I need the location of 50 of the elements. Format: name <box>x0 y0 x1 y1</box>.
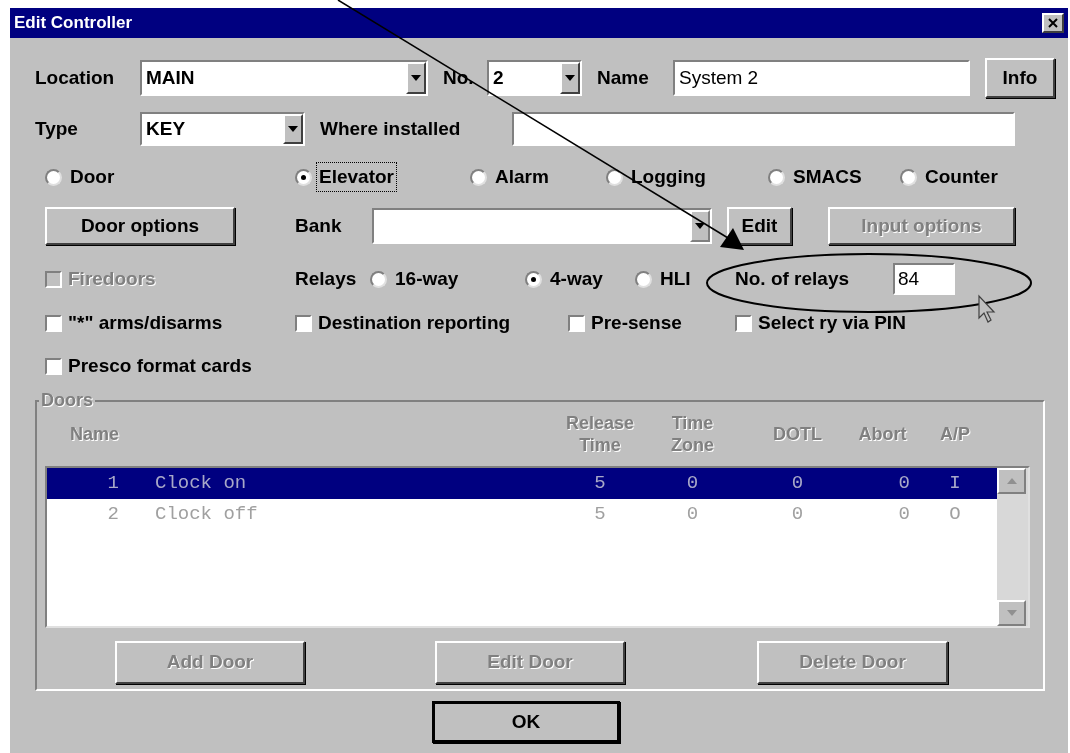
text-field[interactable] <box>512 112 1015 146</box>
field-label: Where installed <box>320 116 462 141</box>
push-button[interactable]: OK <box>432 701 620 743</box>
column-header: Abort <box>858 423 907 445</box>
radio-option[interactable]: Door <box>45 161 295 193</box>
radio-option[interactable]: SMACS <box>768 161 900 193</box>
radio-option[interactable]: Counter <box>900 161 1030 193</box>
window-title: Edit Controller <box>14 12 133 35</box>
close-button[interactable] <box>1042 13 1064 33</box>
field-label: Type <box>35 116 79 141</box>
mouse-pointer-icon <box>978 294 996 323</box>
close-icon <box>1048 18 1058 28</box>
list-row[interactable]: 1 Clock on 5 0 0 0 I <box>47 468 997 499</box>
relay-count-field[interactable]: 84 <box>893 263 955 295</box>
field-label: Relays <box>295 266 358 291</box>
dropdown-field[interactable]: 2 <box>487 60 582 96</box>
push-button[interactable]: Door options <box>45 207 235 245</box>
column-header: A/P <box>940 423 970 445</box>
radio-option[interactable]: Alarm <box>470 161 606 193</box>
radio-option[interactable]: Logging <box>606 161 768 193</box>
scroll-up-icon[interactable] <box>997 468 1026 494</box>
dropdown-arrow-icon <box>695 223 705 229</box>
column-header: Release Time <box>565 412 635 456</box>
checkbox-option[interactable]: Select ry via PIN <box>735 308 965 338</box>
radio-option[interactable]: 4-way <box>525 263 635 295</box>
field-label: Location <box>35 65 116 90</box>
dropdown-field[interactable] <box>372 208 712 244</box>
scroll-down-icon[interactable] <box>997 600 1026 626</box>
field-label: No. of relays <box>735 266 851 291</box>
column-header: Time Zone <box>671 412 714 456</box>
column-header: DOTL <box>773 423 822 445</box>
radio-option[interactable]: 16-way <box>370 263 525 295</box>
field-label: Bank <box>295 213 343 238</box>
dropdown-arrow-icon <box>411 75 421 81</box>
checkbox-option[interactable]: Pre-sense <box>568 308 735 338</box>
push-button[interactable]: Edit <box>727 207 792 245</box>
radio-option[interactable]: HLI <box>635 263 735 295</box>
dropdown-field[interactable]: MAIN <box>140 60 428 96</box>
dropdown-arrow-icon <box>288 126 298 132</box>
field-label: Name <box>597 65 650 90</box>
push-button[interactable]: Info <box>985 58 1055 98</box>
scrollbar[interactable] <box>997 468 1028 626</box>
checkbox-option[interactable]: "*" arms/disarms <box>45 308 295 338</box>
checkbox-option[interactable]: Presco format cards <box>45 351 345 381</box>
checkbox-option[interactable]: Destination reporting <box>295 308 568 338</box>
dropdown-arrow-icon <box>565 75 575 81</box>
dropdown-field[interactable]: KEY <box>140 112 305 146</box>
radio-option[interactable]: Elevator <box>295 161 470 193</box>
name-field[interactable]: System 2 <box>673 60 970 96</box>
column-header: Name <box>69 423 121 445</box>
